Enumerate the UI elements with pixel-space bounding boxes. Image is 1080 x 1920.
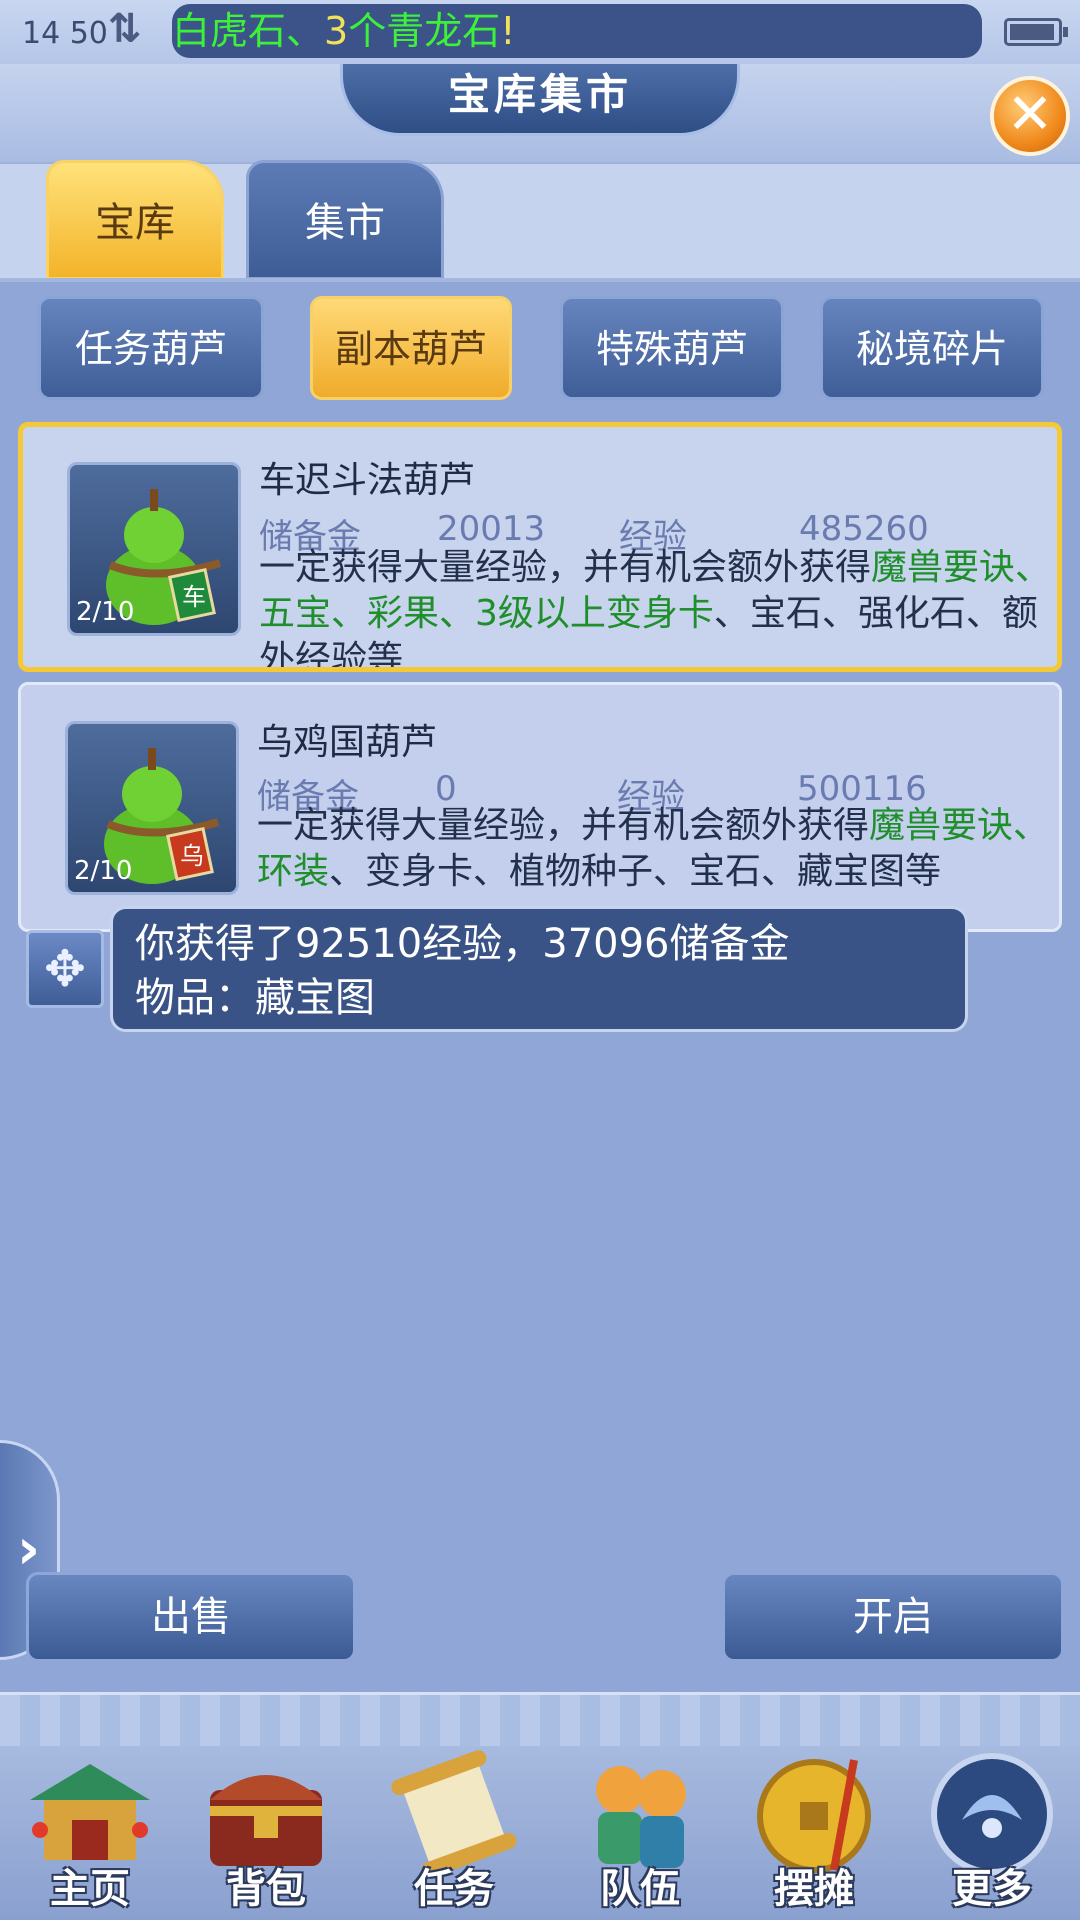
window-header: 宝库集市 [0, 64, 1080, 164]
reward-notice: 你获得了92510经验，37096储备金 物品：藏宝图 [110, 906, 968, 1032]
item-icon: 车 2/10 [67, 462, 241, 636]
nav-quest[interactable]: 任务 [370, 1742, 538, 1920]
item-icon: 乌 2/10 [65, 721, 239, 895]
status-time: 14 50 [22, 16, 108, 51]
gourd-tag: 乌 [180, 842, 204, 870]
subtab-secret-fragment[interactable]: 秘境碎片 [820, 296, 1044, 400]
data-transfer-icon: ⇅ [108, 6, 142, 52]
list-item[interactable]: 乌 2/10 乌鸡国葫芦 储备金 0 经验 500116 一定获得大量经验，并有… [18, 682, 1062, 932]
tab-divider [0, 278, 1080, 282]
subtab-label: 特殊葫芦 [595, 327, 748, 371]
nav-stall[interactable]: 摆摊 [730, 1742, 898, 1920]
nav-team[interactable]: 队伍 [556, 1742, 724, 1920]
item-name: 乌鸡国葫芦 [257, 722, 438, 763]
tab-market[interactable]: 集市 [246, 160, 444, 280]
nav-label: 任务 [414, 1866, 494, 1912]
nav-home[interactable]: 主页 [6, 1742, 174, 1920]
item-count: 2/10 [74, 856, 133, 886]
notice-line-1: 你获得了92510经验，37096储备金 [135, 921, 790, 967]
close-button[interactable]: ✕ [990, 76, 1070, 156]
ticker-text-4: ! [500, 9, 516, 53]
desc-text: 、变身卡、植物种子、宝石、藏宝图等 [329, 851, 942, 892]
tab-label: 宝库 [95, 200, 175, 246]
subtab-quest-gourd[interactable]: 任务葫芦 [38, 296, 264, 400]
page-title: 宝库集市 [447, 70, 632, 119]
gourd-tag: 车 [182, 583, 206, 611]
tab-treasury[interactable]: 宝库 [46, 160, 224, 280]
move-handle[interactable]: ✥ [26, 930, 104, 1008]
sell-label: 出售 [151, 1594, 231, 1640]
nav-label: 主页 [50, 1866, 130, 1912]
open-label: 开启 [853, 1594, 933, 1640]
ticker-text-1: 白虎石、 [172, 9, 325, 53]
broadcast-ticker: 白虎石、3个青龙石! [172, 4, 982, 58]
nav-more[interactable]: 更多 [908, 1742, 1076, 1920]
nav-label: 背包 [226, 1866, 306, 1912]
subtab-label: 任务葫芦 [74, 327, 227, 371]
battery-icon [1004, 18, 1068, 46]
bottom-ornament [0, 1692, 1080, 1746]
move-arrows-icon: ✥ [44, 940, 86, 998]
nav-bag[interactable]: 背包 [182, 1742, 350, 1920]
ticker-text-2: 3 [324, 9, 349, 53]
subtab-dungeon-gourd[interactable]: 副本葫芦 [310, 296, 512, 400]
ticker-text-3: 个青龙石 [348, 9, 501, 53]
sell-button[interactable]: 出售 [26, 1572, 356, 1662]
item-description: 一定获得大量经验，并有机会额外获得魔兽要诀、五宝、彩果、3级以上变身卡、宝石、强… [259, 545, 1057, 667]
subtab-label: 秘境碎片 [855, 327, 1008, 371]
desc-text: 一定获得大量经验，并有机会额外获得 [259, 547, 872, 588]
exp-value: 485260 [799, 509, 929, 549]
status-bar: 14 50 ⇅ 白虎石、3个青龙石! [0, 0, 1080, 64]
reserve-value: 20013 [437, 509, 546, 549]
item-name: 车迟斗法葫芦 [259, 460, 476, 501]
item-count: 2/10 [76, 597, 135, 627]
nav-label: 队伍 [600, 1866, 680, 1912]
close-icon: ✕ [1006, 82, 1054, 147]
open-button[interactable]: 开启 [722, 1572, 1064, 1662]
title-plate: 宝库集市 [340, 64, 740, 136]
nav-label: 更多 [952, 1866, 1032, 1912]
subtab-special-gourd[interactable]: 特殊葫芦 [560, 296, 784, 400]
subtab-label: 副本葫芦 [334, 327, 487, 371]
notice-line-2: 物品：藏宝图 [135, 975, 375, 1021]
item-description: 一定获得大量经验，并有机会额外获得魔兽要诀、环装、变身卡、植物种子、宝石、藏宝图… [257, 803, 1057, 895]
list-item[interactable]: 车 2/10 车迟斗法葫芦 储备金 20013 经验 485260 一定获得大量… [18, 422, 1062, 672]
nav-label: 摆摊 [774, 1866, 854, 1912]
tab-label: 集市 [305, 200, 385, 246]
desc-text: 一定获得大量经验，并有机会额外获得 [257, 805, 870, 846]
